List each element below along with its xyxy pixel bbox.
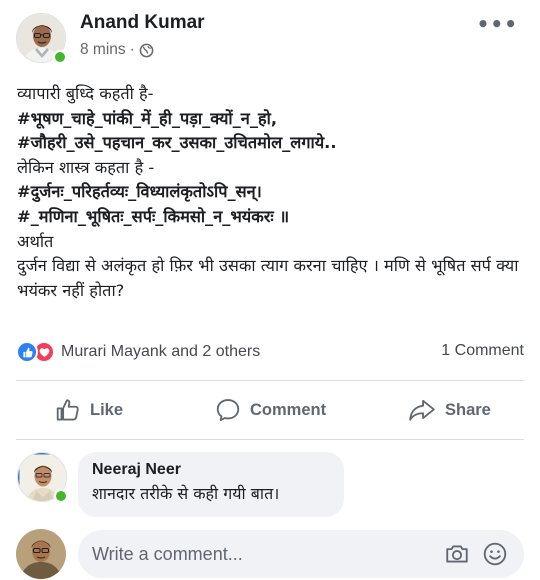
divider — [16, 439, 524, 440]
post-timestamp[interactable]: 8 mins — [80, 41, 126, 59]
hashtag-line[interactable]: #भूषण_चाहे_पांकी_में_ही_पड़ा_क्यों_न_हो, — [17, 107, 529, 132]
author-avatar[interactable] — [16, 13, 67, 64]
thumbs-up-icon — [56, 399, 79, 421]
share-label: Share — [445, 400, 491, 419]
comment-count[interactable]: 1 Comment — [441, 342, 524, 360]
divider — [16, 380, 524, 381]
comment-button[interactable]: Comment — [215, 392, 326, 428]
hashtag-line[interactable]: #दुर्जनः_परिहर्तव्यः_विध्यालंकृतोऽपि_सन्… — [17, 180, 529, 205]
camera-icon[interactable] — [444, 541, 470, 567]
smile-icon[interactable] — [482, 541, 508, 567]
post-meta: 8 mins · — [80, 41, 154, 59]
post-author-name[interactable]: Anand Kumar — [80, 12, 205, 34]
post-text-line: लेकिन शास्त्र कहता है - — [17, 157, 155, 177]
globe-icon — [139, 43, 154, 57]
post-text-line: व्यापारी बुध्दि कहती है- — [17, 84, 154, 103]
comment-bubble-icon — [216, 399, 240, 421]
reactions-text: Murari Mayank and 2 others — [61, 343, 261, 360]
comment-bubble: Neeraj Neer शानदार तरीके से कही गयी बात। — [78, 452, 344, 517]
meta-separator: · — [129, 41, 135, 58]
like-label: Like — [90, 400, 124, 419]
comment-text: शानदार तरीके से कही गयी बात। — [92, 484, 280, 503]
share-button[interactable]: Share — [408, 392, 491, 428]
commenter-avatar[interactable] — [17, 452, 68, 503]
like-reaction-icon — [16, 341, 38, 363]
post-text-line: अर्थात — [17, 231, 54, 251]
comment-label: Comment — [250, 400, 327, 419]
post-body: व्यापारी बुध्दि कहती है- #भूषण_चाहे_पांक… — [17, 82, 529, 303]
online-status-dot — [53, 50, 67, 64]
reactions-summary[interactable]: Murari Mayank and 2 others — [16, 341, 260, 363]
more-options-icon[interactable]: ••• — [477, 12, 518, 36]
like-button[interactable]: Like — [55, 392, 123, 428]
hashtag-line[interactable]: #_मणिना_भूषितः_सर्पः_किमसो_न_भयंकरः ॥ — [17, 205, 529, 230]
comment-author[interactable]: Neeraj Neer — [92, 459, 330, 480]
share-arrow-icon — [409, 399, 435, 421]
facebook-post: Anand Kumar 8 mins · ••• व्यापारी बुध्दि… — [0, 0, 540, 580]
hashtag-line[interactable]: #जौहरी_उसे_पहचान_कर_उसका_उचितमोल_लगाये.. — [17, 131, 529, 156]
current-user-avatar[interactable] — [16, 529, 66, 579]
post-text-paragraph: दुर्जन विद्या से अलंकृत हो फ़िर भी उसका … — [17, 256, 519, 300]
online-status-dot — [54, 489, 68, 503]
